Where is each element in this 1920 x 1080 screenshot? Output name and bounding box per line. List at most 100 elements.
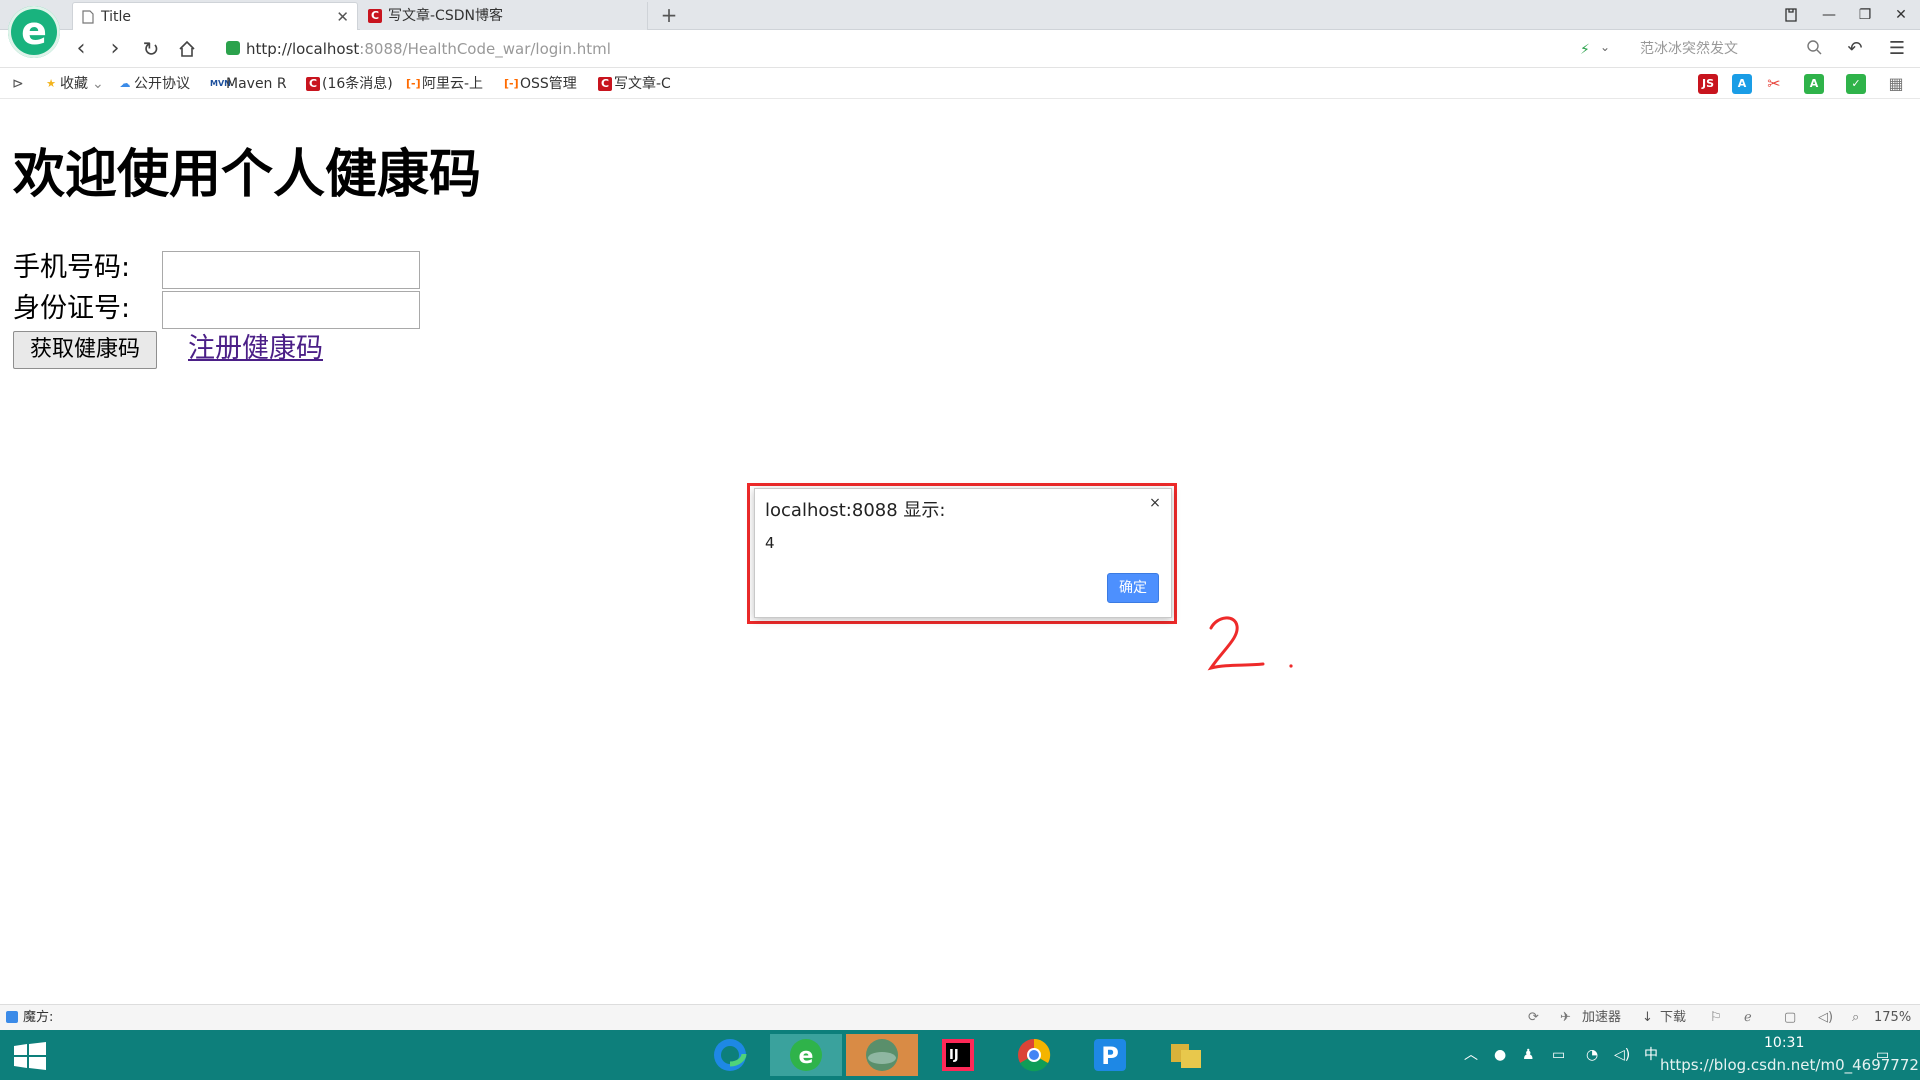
status-text: 魔方: (23, 1010, 54, 1025)
bookmark-item[interactable]: ★ 收藏 ⌄ (44, 74, 104, 94)
page-content: 欢迎使用个人健康码 手机号码: 身份证号: 获取健康码 注册健康码 localh… (0, 100, 1920, 1004)
handwritten-annotation (1207, 616, 1293, 671)
phone-label: 手机号码: (13, 252, 131, 283)
tab-bar: Title ✕ C 写文章-CSDN博客 + — ❐ ✕ (0, 0, 1920, 30)
bookmark-item[interactable]: [-] OSS管理 (504, 74, 577, 94)
tray-chevron-icon[interactable]: ︿ (1464, 1045, 1478, 1065)
bookmark-item[interactable]: MVN Maven R (210, 74, 287, 94)
refresh-status-icon[interactable]: ⟳ (1528, 1005, 1539, 1031)
bookmark-item[interactable]: C (16条消息) (306, 74, 393, 94)
maven-icon: MVN (210, 79, 231, 88)
navicat-icon[interactable] (846, 1034, 918, 1076)
tab-label: Title (101, 9, 132, 25)
battery-icon[interactable]: ▭ (1552, 1045, 1565, 1065)
zoom-icon[interactable]: ⌕ (1852, 1005, 1859, 1031)
download-button[interactable]: 下载 (1660, 1005, 1686, 1031)
minimize-icon[interactable]: — (1812, 0, 1846, 30)
lightning-icon[interactable]: ⚡ (1580, 42, 1590, 58)
shield-extension-icon[interactable]: ✓ (1846, 74, 1866, 94)
grid-extension-icon[interactable]: ▦ (1886, 74, 1906, 94)
search-icon[interactable] (1806, 39, 1822, 59)
edge-icon[interactable] (694, 1034, 766, 1076)
tray-app-icon[interactable]: ● (1494, 1045, 1506, 1065)
restore-icon[interactable]: ❐ (1848, 0, 1882, 30)
360-browser-icon[interactable]: e (770, 1034, 842, 1076)
bookmarks-bar: ⊳ ★ 收藏 ⌄ ☁ 公开协议 MVN Maven R C (16条消息) [-] 阿里云-… (0, 69, 1920, 99)
svg-text:P: P (1101, 1042, 1119, 1070)
search-input[interactable]: 范冰冰突然发文 (1640, 35, 1830, 63)
address-bar[interactable]: http://localhost:8088/HealthCode_war/log… (218, 35, 1618, 63)
home-icon[interactable] (174, 36, 200, 62)
back-icon[interactable]: ‹ (68, 36, 94, 62)
page-icon (82, 10, 94, 24)
close-window-icon[interactable]: ✕ (1884, 0, 1918, 30)
download-arrow-icon[interactable]: ↓ (1642, 1005, 1653, 1031)
chevron-down-icon: ⌄ (92, 76, 104, 92)
chrome-icon[interactable] (998, 1034, 1070, 1076)
bookmark-item[interactable]: C 写文章-C (598, 74, 671, 94)
p-app-icon[interactable]: P (1074, 1034, 1146, 1076)
star-icon: ★ (46, 77, 56, 90)
skin-icon[interactable] (1774, 0, 1808, 30)
js-extension-icon[interactable]: JS (1698, 74, 1718, 94)
navigation-bar: ‹ › ↻ http://localhost:8088/HealthCode_w… (0, 30, 1920, 68)
phone-field[interactable] (162, 251, 420, 289)
sidebar-toggle-icon[interactable]: ⊳ (12, 74, 24, 94)
new-tab-button[interactable]: + (656, 0, 682, 30)
notification-icon[interactable]: ▭ (1876, 1045, 1889, 1065)
close-icon[interactable]: × (1145, 493, 1165, 513)
wifi-icon[interactable]: ◔ (1586, 1045, 1598, 1065)
ime-indicator[interactable]: 中 (1644, 1045, 1658, 1065)
ie-icon[interactable]: ℯ (1744, 1005, 1752, 1031)
get-health-code-button[interactable]: 获取健康码 (13, 331, 157, 369)
page-title: 欢迎使用个人健康码 (13, 145, 482, 205)
id-label: 身份证号: (13, 293, 131, 324)
window-icon[interactable]: ▢ (1784, 1005, 1796, 1031)
translate-extension-icon[interactable]: A (1732, 74, 1752, 94)
alert-title: localhost:8088 显示: (765, 500, 946, 521)
csdn-icon: C (368, 9, 382, 23)
speaker-icon[interactable]: ◁) (1614, 1045, 1630, 1065)
chevron-down-icon[interactable]: ⌄ (1600, 40, 1610, 54)
windows-start-icon[interactable] (14, 1042, 46, 1074)
cube-icon (6, 1011, 18, 1023)
alert-message: 4 (765, 534, 775, 552)
secure-shield-icon (226, 41, 240, 55)
forward-icon[interactable]: › (102, 36, 128, 62)
bookmark-item[interactable]: [-] 阿里云-上 (406, 74, 483, 94)
csdn-icon: C (598, 77, 612, 91)
accelerator-button[interactable]: 加速器 (1582, 1005, 1621, 1031)
svg-text:e: e (799, 1044, 814, 1069)
reload-icon[interactable]: ↻ (138, 36, 164, 62)
clock-time[interactable]: 10:31 (1764, 1033, 1804, 1053)
intellij-icon[interactable]: IJ (922, 1034, 994, 1076)
tab-csdn[interactable]: C 写文章-CSDN博客 (360, 2, 648, 30)
green-extension-icon[interactable]: A (1804, 74, 1824, 94)
undo-icon[interactable]: ↶ (1842, 36, 1868, 62)
taskbar: e IJ P ︿ ● ♟ ▭ ◔ ◁) 中 10:31 https://blog… (0, 1030, 1920, 1080)
cloud-icon: ☁ (119, 77, 131, 90)
aliyun-icon: [-] (406, 77, 421, 90)
tab-label: 写文章-CSDN博客 (388, 8, 503, 24)
zoom-level[interactable]: 175% (1874, 1005, 1911, 1031)
scissors-extension-icon[interactable]: ✂ (1764, 74, 1784, 94)
alert-highlight-box: localhost:8088 显示: × 4 确定 (747, 483, 1177, 624)
menu-icon[interactable]: ☰ (1884, 36, 1910, 62)
status-bar: 魔方: ⟳ ✈ 加速器 ↓ 下载 ⚐ ℯ ▢ ◁) ⌕ 175% (0, 1004, 1920, 1030)
alert-dialog: localhost:8088 显示: × 4 确定 (754, 488, 1172, 618)
csdn-icon: C (306, 77, 320, 91)
pin-icon[interactable]: ✈ (1560, 1005, 1571, 1031)
register-health-code-link[interactable]: 注册健康码 (188, 330, 323, 368)
url-text[interactable]: http://localhost:8088/HealthCode_war/log… (246, 38, 611, 60)
browser-logo[interactable]: e (8, 6, 60, 58)
tab-title[interactable]: Title ✕ (72, 2, 358, 30)
close-tab-icon[interactable]: ✕ (336, 3, 349, 30)
svg-text:IJ: IJ (949, 1048, 959, 1063)
id-number-field[interactable] (162, 291, 420, 329)
volume-icon[interactable]: ◁) (1818, 1005, 1833, 1031)
flag-icon[interactable]: ⚐ (1710, 1005, 1722, 1031)
files-app-icon[interactable] (1150, 1034, 1222, 1076)
qq-icon[interactable]: ♟ (1522, 1045, 1535, 1065)
bookmark-item[interactable]: ☁ 公开协议 (118, 74, 191, 94)
ok-button[interactable]: 确定 (1107, 573, 1159, 603)
